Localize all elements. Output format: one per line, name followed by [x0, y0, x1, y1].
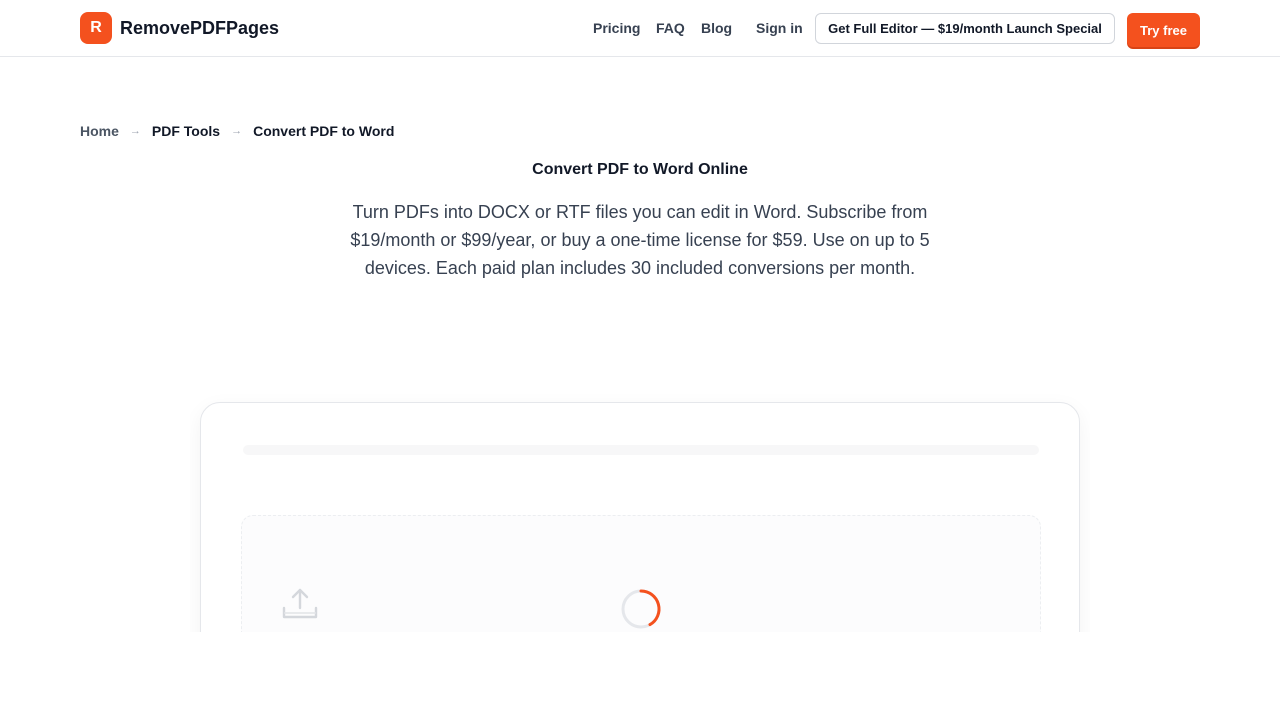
brand-name[interactable]: RemovePDFPages	[120, 17, 279, 39]
breadcrumb: Home → PDF Tools → Convert PDF to Word	[80, 123, 394, 139]
breadcrumb-current: Convert PDF to Word	[253, 123, 395, 139]
breadcrumb-separator: →	[129, 125, 141, 137]
nav-faq[interactable]: FAQ	[656, 19, 685, 37]
converter-card	[200, 402, 1080, 632]
breadcrumb-separator: →	[231, 125, 243, 137]
page-title: Convert PDF to Word Online	[532, 161, 748, 178]
upload-icon	[282, 588, 318, 619]
full-editor-button[interactable]: Get Full Editor — $19/month Launch Speci…	[815, 13, 1115, 44]
page-description: Turn PDFs into DOCX or RTF files you can…	[350, 202, 930, 278]
loading-skeleton-bar	[243, 445, 1039, 455]
try-free-button[interactable]: Try free	[1127, 13, 1200, 47]
upload-dropzone[interactable]	[241, 515, 1041, 632]
nav-pricing[interactable]: Pricing	[593, 19, 640, 37]
breadcrumb-home[interactable]: Home	[80, 123, 119, 139]
breadcrumb-pdf-tools[interactable]: PDF Tools	[152, 123, 220, 139]
nav-blog[interactable]: Blog	[701, 19, 732, 37]
site-header: R RemovePDFPages Pricing FAQ Blog Sign i…	[0, 0, 1280, 57]
logo-icon[interactable]: R	[80, 12, 112, 44]
sign-in-link[interactable]: Sign in	[756, 19, 803, 37]
tool-card-viewport	[190, 392, 1090, 632]
loading-spinner-icon	[621, 589, 661, 629]
